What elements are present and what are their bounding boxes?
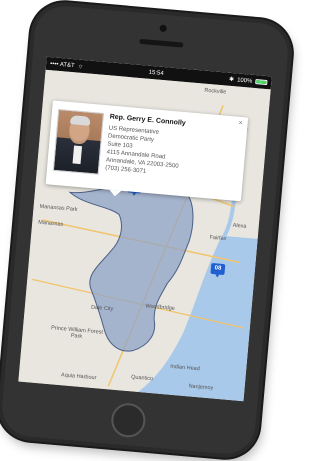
popup-phone[interactable]: (703) 256-3071 <box>105 165 146 175</box>
battery-icon <box>255 79 268 86</box>
representative-name: Rep. Gerry E. Connolly <box>109 113 186 128</box>
photo-collar <box>72 145 83 165</box>
district-08-marker[interactable]: 08 <box>210 262 226 276</box>
map-label-alexandria: Alexa <box>232 222 247 230</box>
status-time: 15:54 <box>148 69 164 77</box>
bluetooth-icon: ✱ <box>228 76 235 84</box>
carrier-label: •••• AT&T <box>49 60 75 69</box>
battery-percent: 100% <box>236 76 253 85</box>
phone-screen: •••• AT&T ⌔ 15:54 ✱ 100% Rockville Manas… <box>18 56 272 402</box>
representative-photo <box>52 108 105 175</box>
map-view[interactable]: Rockville Manassas Park Manassas Alexa F… <box>18 69 271 402</box>
popup-suite: Suite 103 <box>107 141 133 150</box>
representative-popup[interactable]: Rep. Gerry E. Connolly US Representative… <box>45 100 249 202</box>
photo-hair <box>69 115 91 126</box>
battery-fill <box>256 80 267 85</box>
wifi-icon: ⌔ <box>77 64 84 71</box>
phone-frame: •••• AT&T ⌔ 15:54 ✱ 100% Rockville Manas… <box>0 0 295 461</box>
status-right: ✱ 100% <box>229 76 268 86</box>
status-left: •••• AT&T ⌔ <box>50 60 84 71</box>
close-icon[interactable]: × <box>238 120 243 127</box>
